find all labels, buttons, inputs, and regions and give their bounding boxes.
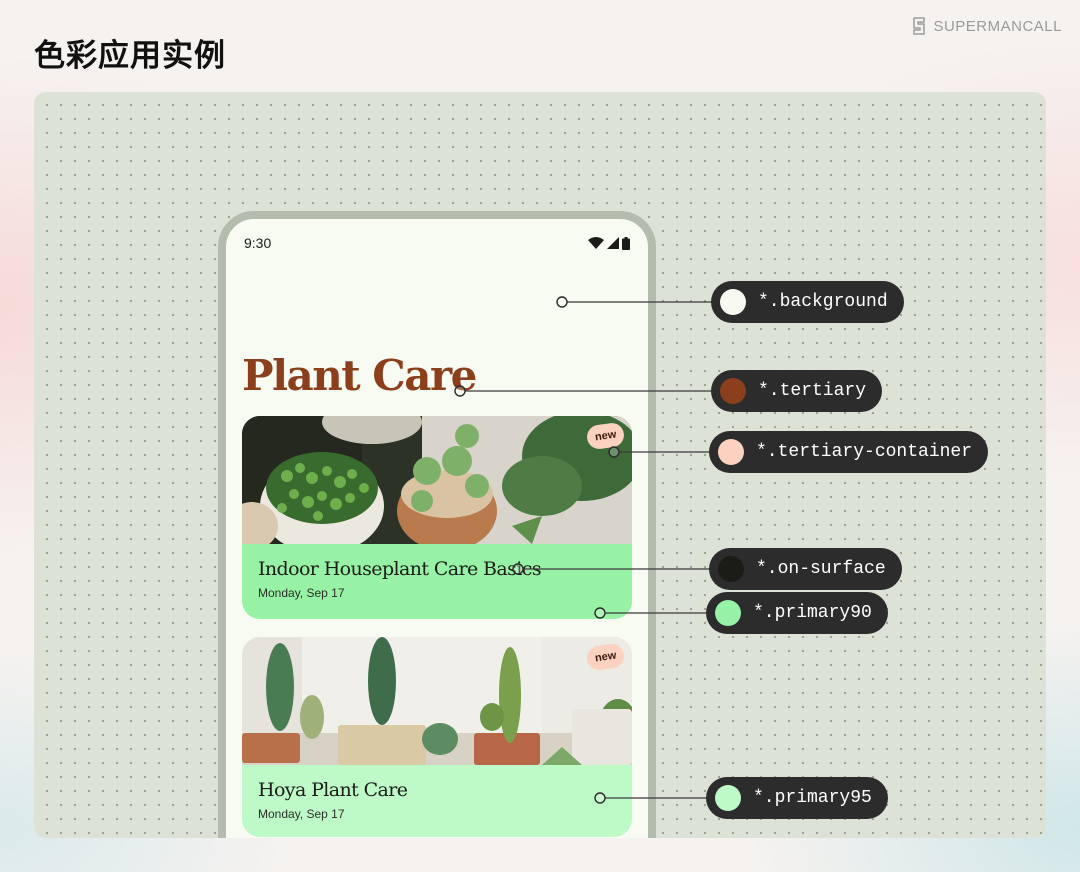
color-swatch [718, 439, 744, 465]
token-tertiary: *.tertiary [711, 370, 883, 412]
page-title: 色彩应用实例 [34, 38, 226, 73]
card-image: new [242, 637, 632, 765]
color-swatch [720, 378, 746, 404]
card-body: Hoya Plant Care Monday, Sep 17 [242, 765, 632, 837]
color-swatch [720, 289, 746, 315]
brand-icon [913, 17, 926, 35]
status-icons [588, 236, 630, 250]
phone-mockup: 9:30 Plant Care new Indoor Houseplant Ca… [218, 211, 656, 838]
article-card[interactable]: new Indoor Houseplant Care Basics Monday… [242, 416, 632, 619]
token-label: *.primary95 [753, 788, 872, 808]
token-on-surface: *.on-surface [709, 548, 902, 590]
card-body: Indoor Houseplant Care Basics Monday, Se… [242, 544, 632, 619]
card-title: Hoya Plant Care [258, 779, 408, 801]
color-swatch [715, 600, 741, 626]
card-date: Monday, Sep 17 [258, 807, 345, 821]
succulents-photo [242, 416, 632, 544]
card-title: Indoor Houseplant Care Basics [258, 558, 542, 580]
cellular-signal-icon [607, 237, 619, 249]
battery-icon [622, 236, 630, 250]
card-date: Monday, Sep 17 [258, 586, 345, 600]
token-label: *.background [758, 292, 888, 312]
token-label: *.on-surface [756, 559, 886, 579]
app-title: Plant Care [242, 351, 477, 400]
token-primary95: *.primary95 [706, 777, 888, 819]
wifi-icon [588, 237, 604, 249]
card-image: new [242, 416, 632, 544]
article-card[interactable]: new Hoya Plant Care Monday, Sep 17 [242, 637, 632, 837]
dotted-canvas: 9:30 Plant Care new Indoor Houseplant Ca… [34, 92, 1046, 838]
brand-logo: SUPERMANCALL [911, 16, 1062, 36]
brand-name: SUPERMANCALL [933, 17, 1062, 35]
token-primary90: *.primary90 [706, 592, 888, 634]
color-swatch [718, 556, 744, 582]
status-bar: 9:30 [226, 233, 648, 253]
token-background: *.background [711, 281, 904, 323]
token-label: *.tertiary-container [756, 442, 973, 462]
token-tertiary-container: *.tertiary-container [709, 431, 989, 473]
cactus-photo [242, 637, 632, 765]
status-time: 9:30 [244, 235, 272, 251]
color-swatch [715, 785, 741, 811]
token-label: *.tertiary [758, 381, 867, 401]
token-label: *.primary90 [753, 603, 872, 623]
